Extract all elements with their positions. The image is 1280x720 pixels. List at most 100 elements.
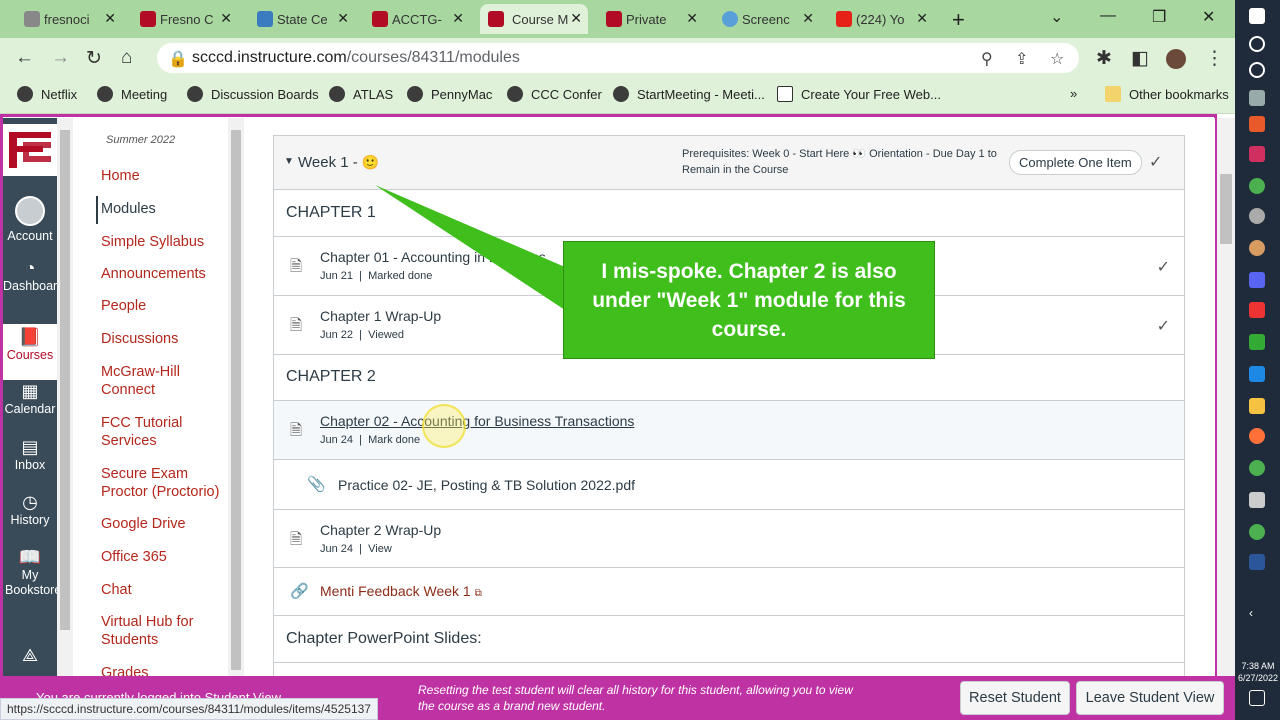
tab-screencast[interactable]: Screenc ✕ (720, 4, 820, 34)
minimize-button[interactable]: — (1100, 7, 1116, 25)
tab-youtube[interactable]: (224) Yo ✕ (834, 4, 934, 34)
tab-fresnoci[interactable]: fresnoci ✕ (22, 4, 122, 34)
menu-icon[interactable]: ⋮ (1205, 47, 1224, 70)
module-item[interactable]: 🔗 Menti Feedback Week 1 ⧉ (274, 568, 1184, 616)
back-icon[interactable]: ← (15, 47, 34, 69)
nav-inbox[interactable]: ▤ Inbox (3, 438, 57, 473)
bookmark-pennymac[interactable]: PennyMac (407, 86, 492, 102)
folder-icon[interactable] (1249, 398, 1265, 414)
module-item[interactable]: 🗎 Chapter 02 - Accounting for Business T… (274, 401, 1184, 460)
course-nav-office365[interactable]: Office 365 (101, 548, 167, 566)
cortana-icon[interactable] (1249, 62, 1265, 78)
office-icon[interactable] (1249, 116, 1265, 132)
nav-commons[interactable]: ⟁ (3, 646, 57, 666)
mail-icon[interactable] (1249, 366, 1265, 382)
reload-icon[interactable]: ↻ (86, 47, 102, 70)
tab-state[interactable]: State Ce ✕ (255, 4, 355, 34)
windows-icon[interactable] (1249, 8, 1265, 24)
star-icon[interactable]: ☆ (1050, 49, 1064, 69)
scrollbar[interactable] (57, 118, 73, 676)
module-header[interactable]: ▼ Week 1 - 🙂 Prerequisites: Week 0 - Sta… (274, 136, 1184, 190)
nav-calendar[interactable]: ▦ Calendar (3, 382, 57, 417)
fresno-city-college-logo[interactable] (3, 124, 57, 176)
close-icon[interactable]: ✕ (452, 10, 464, 27)
home-icon[interactable]: ⌂ (121, 47, 132, 69)
course-nav-discussions[interactable]: Discussions (101, 330, 178, 348)
leave-student-view-button[interactable]: Leave Student View (1076, 681, 1224, 715)
chrome-icon[interactable] (1249, 524, 1265, 540)
close-icon[interactable]: ✕ (104, 10, 116, 27)
bookmark-wix[interactable]: Create Your Free Web... (777, 86, 941, 102)
course-nav-home[interactable]: Home (101, 167, 140, 185)
module-item[interactable]: 🗎 Chapter 2 Wrap-Up Jun 24 | View (274, 510, 1184, 568)
firefox-icon[interactable] (1249, 428, 1265, 444)
clock[interactable]: 7:38 AM 6/27/2022 (1237, 660, 1279, 684)
tab-course-modules[interactable]: Course M ✕ (480, 4, 588, 34)
new-tab-button[interactable]: + (952, 7, 965, 33)
app-icon[interactable] (1249, 146, 1265, 162)
close-icon[interactable]: ✕ (686, 10, 698, 27)
reset-student-button[interactable]: Reset Student (960, 681, 1070, 715)
module-item[interactable]: 📎 Practice 02- JE, Posting & TB Solution… (274, 460, 1184, 510)
scrollbar-thumb[interactable] (60, 130, 70, 630)
tab-fresno[interactable]: Fresno C ✕ (138, 4, 238, 34)
tab-private[interactable]: Private ✕ (604, 4, 704, 34)
other-bookmarks[interactable]: Other bookmarks (1105, 86, 1229, 102)
course-nav-chat[interactable]: Chat (101, 581, 132, 599)
item-title[interactable]: Practice 02- JE, Posting & TB Solution 2… (338, 477, 635, 493)
item-title[interactable]: Chapter 02 - Accounting for Business Tra… (320, 413, 634, 429)
sidepanel-icon[interactable]: ◧ (1131, 47, 1149, 70)
module-title[interactable]: Week 1 - 🙂 (298, 154, 379, 171)
avatar[interactable] (1166, 49, 1186, 69)
nav-courses[interactable]: 📕 Courses (3, 324, 57, 380)
notifications-icon[interactable] (1249, 690, 1265, 706)
bookmark-startmeeting[interactable]: StartMeeting - Meeti... (613, 86, 765, 102)
share-icon[interactable]: ⇪ (1015, 49, 1028, 69)
restore-button[interactable]: ❐ (1152, 7, 1166, 27)
course-nav-mcgraw-hill[interactable]: McGraw-Hill Connect (101, 363, 201, 399)
course-nav-people[interactable]: People (101, 297, 146, 315)
store-icon[interactable] (1249, 334, 1265, 350)
course-nav-tutorial[interactable]: FCC Tutorial Services (101, 414, 201, 450)
scrollbar-thumb[interactable] (231, 130, 241, 670)
course-nav-google-drive[interactable]: Google Drive (101, 515, 186, 533)
page-scrollbar[interactable] (1217, 118, 1235, 718)
zoom-icon[interactable]: ⚲ (981, 49, 993, 69)
bookmark-ccc-confer[interactable]: CCC Confer (507, 86, 602, 102)
close-window-button[interactable]: ✕ (1202, 7, 1215, 27)
search-icon[interactable] (1249, 36, 1265, 52)
nav-dashboard[interactable]: ◔ Dashboard (3, 259, 64, 294)
forward-icon[interactable]: → (51, 47, 70, 69)
nav-history[interactable]: ◷ History (3, 493, 57, 528)
chevron-down-icon[interactable]: ⌄ (1050, 7, 1063, 27)
chevron-right-icon[interactable]: » (1070, 86, 1077, 101)
app-icon[interactable] (1249, 460, 1265, 476)
course-nav-syllabus[interactable]: Simple Syllabus (101, 233, 204, 251)
lock-icon[interactable]: 🔒 (168, 49, 188, 69)
bookmark-atlas[interactable]: ATLAS (329, 86, 393, 102)
close-icon[interactable]: ✕ (337, 10, 349, 27)
extensions-icon[interactable]: ✱ (1096, 47, 1112, 70)
close-icon[interactable]: ✕ (916, 10, 928, 27)
course-nav-modules[interactable]: Modules (101, 200, 156, 218)
item-title[interactable]: Chapter 2 Wrap-Up (320, 522, 441, 538)
taskview-icon[interactable] (1249, 90, 1265, 106)
item-title[interactable]: Menti Feedback Week 1 ⧉ (320, 583, 482, 599)
nav-bookstore[interactable]: 📖 My Bookstore (3, 548, 61, 598)
bookmark-discussion-boards[interactable]: Discussion Boards (187, 86, 319, 102)
chevron-left-icon[interactable]: ‹ (1249, 606, 1265, 622)
course-nav-proctorio[interactable]: Secure Exam Proctor (Proctorio) (101, 465, 226, 501)
close-icon[interactable]: ✕ (220, 10, 232, 27)
course-nav-grades[interactable]: Grades (101, 664, 149, 676)
app-icon[interactable] (1249, 302, 1265, 318)
scrollbar-thumb[interactable] (1220, 174, 1232, 244)
close-icon[interactable]: ✕ (802, 10, 814, 27)
address-bar[interactable]: 🔒 scccd.instructure.com/courses/84311/mo… (157, 43, 1079, 73)
scrollbar[interactable] (228, 118, 244, 676)
bookmark-netflix[interactable]: Netflix (17, 86, 77, 102)
app-icon[interactable] (1249, 208, 1265, 224)
app-icon[interactable] (1249, 240, 1265, 256)
bookmark-meeting[interactable]: Meeting (97, 86, 167, 102)
tab-acctg[interactable]: ACCTG- ✕ (370, 4, 470, 34)
collapse-icon[interactable]: ▼ (284, 156, 294, 167)
